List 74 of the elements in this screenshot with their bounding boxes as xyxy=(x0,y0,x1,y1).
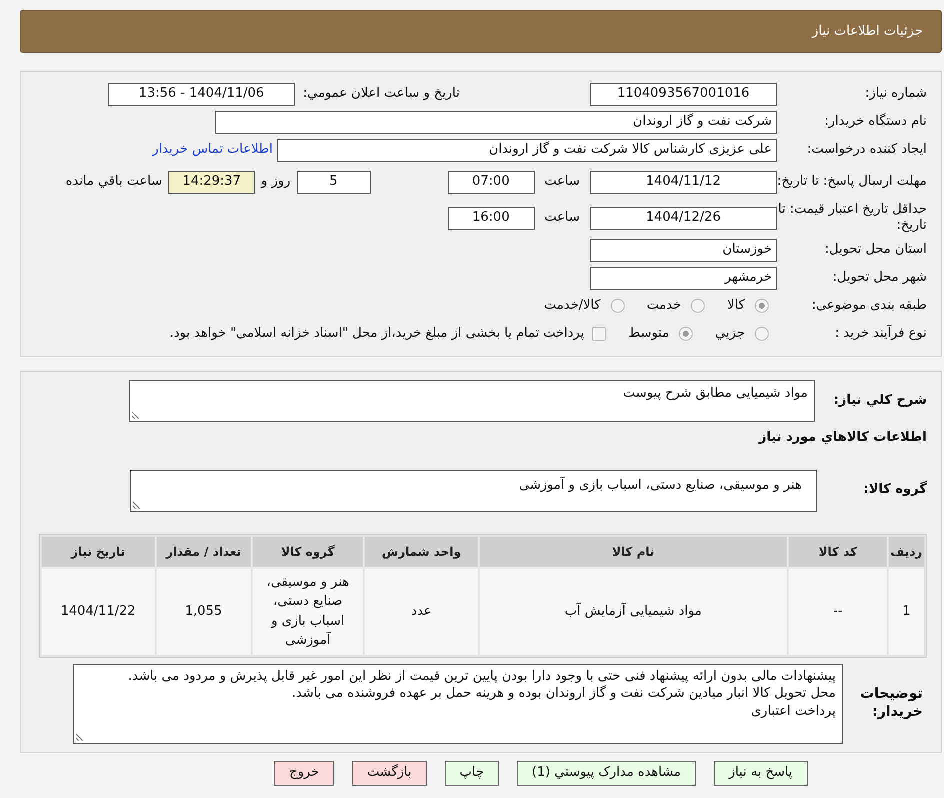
action-button[interactable]: خروج xyxy=(274,760,334,786)
table-cell: 1404/11/22 xyxy=(42,568,155,654)
field-label: حداقل تاریخ اعتبار قیمت: تا تاریخ: xyxy=(777,202,927,234)
radio-label: متوسط xyxy=(628,325,670,344)
column-header: واحد شمارش xyxy=(365,536,478,566)
field-label: مهلت ارسال پاسخ: تا تاریخ: xyxy=(777,174,927,190)
table-cell: -- xyxy=(788,568,888,654)
radio-label: کالا xyxy=(727,297,745,316)
days-field[interactable]: 5 xyxy=(296,170,371,194)
time-label: ساعت xyxy=(544,209,580,228)
deadline-date-field[interactable]: 1404/11/12 xyxy=(590,170,777,194)
field-label: شماره نیاز: xyxy=(864,86,927,102)
action-button[interactable]: پاسخ به نیاز xyxy=(714,760,808,786)
column-header: تعداد / مقدار xyxy=(156,536,251,566)
notes-text: محل تحویل کالا انبار میادین شرکت نفت و گاز اروندان بوده و هرینه حمل بر عهده فروشنده می باشد. xyxy=(291,685,836,703)
goods-group-box[interactable]: هنر و موسیقی، صنایع دستی، اسباب بازی و آموزشی xyxy=(130,470,817,512)
radio-button[interactable] xyxy=(691,299,706,313)
buyer-name-field[interactable]: شرکت نفت و گاز اروندان xyxy=(215,110,777,134)
days-label: روز و xyxy=(261,173,291,192)
page-title: جزئیات اطلاعات نیاز xyxy=(812,22,923,41)
radio-label: کالا/خدمت xyxy=(544,297,601,316)
radio-button[interactable] xyxy=(610,299,625,313)
remaining-time-field[interactable]: 14:29:37 xyxy=(168,170,256,194)
description-text: مواد شیمیایی مطابق شرح پیوست xyxy=(623,386,808,401)
city-field[interactable]: خرمشهر xyxy=(590,266,777,290)
column-header: ردیف xyxy=(889,536,924,566)
buyer-contact-link[interactable]: اطلاعات تماس خریدار xyxy=(152,140,273,160)
column-header: گروه کالا xyxy=(252,536,364,566)
radio-button[interactable] xyxy=(679,327,694,341)
radio-label: جزيي xyxy=(715,325,745,344)
announce-date-field[interactable]: 1404/11/06 - 13:56 xyxy=(108,82,296,106)
resize-grip-icon[interactable] xyxy=(132,411,140,419)
field-label: ایجاد کننده درخواست: xyxy=(806,142,927,158)
validity-date-field[interactable]: 1404/12/26 xyxy=(590,206,777,230)
field-label: استان محل تحویل: xyxy=(824,242,927,258)
section-heading: اطلاعات کالاهاي مورد نیاز xyxy=(758,429,927,447)
field-label: شرح کلي نیاز: xyxy=(832,392,927,410)
requester-field[interactable]: علی عزیزی کارشناس کالا شرکت نفت و گاز اروندان xyxy=(277,138,777,162)
table-cell: مواد شیمیایی آزمایش آب xyxy=(480,568,787,654)
deadline-time-field[interactable]: 07:00 xyxy=(448,170,535,194)
field-label: طبقه بندی موضوعی: xyxy=(810,298,927,314)
table-cell: هنر و موسیقی، صنایع دستی، اسباب بازی و آموزشی xyxy=(252,568,364,654)
checkbox-label: پرداخت تمام یا بخشی از مبلغ خرید،از محل "اسناد خزانه اسلامی" خواهد بود. xyxy=(170,325,584,344)
field-label: شهر محل تحویل: xyxy=(832,270,927,286)
province-field[interactable]: خوزستان xyxy=(590,238,777,262)
buyer-notes-box[interactable] xyxy=(73,664,843,744)
table-cell: عدد xyxy=(365,568,478,654)
radio-button[interactable] xyxy=(755,299,769,313)
radio-label: خدمت xyxy=(646,297,682,316)
description-box[interactable]: مواد شیمیایی مطابق شرح پیوست xyxy=(129,380,815,422)
action-button[interactable]: بازگشت xyxy=(352,760,427,786)
checkbox[interactable] xyxy=(592,327,606,341)
column-header: کد کالا xyxy=(788,536,888,566)
field-label: نوع فرآیند خرید : xyxy=(834,326,927,342)
field-label: گروه کالا: xyxy=(862,482,927,499)
field-label: تاریخ و ساعت اعلان عمومي: xyxy=(303,85,460,104)
time-label: ساعت xyxy=(544,173,580,192)
notes-text: پیشنهادات مالی بدون ارائه پیشنهاد فنی حتی با وجود دارا بودن پایین ترین قیمت از نظر این امور غیر قابل پذیرش و مردود می باشد. xyxy=(127,668,836,686)
field-label: توضیحات خریدار: xyxy=(859,686,923,721)
field-label: نام دستگاه خریدار: xyxy=(824,114,927,130)
resize-grip-icon[interactable] xyxy=(76,732,84,740)
remaining-label: ساعت باقي مانده xyxy=(66,173,162,192)
table-cell: 1 xyxy=(889,568,924,654)
resize-grip-icon[interactable] xyxy=(133,500,141,508)
action-button[interactable]: چاپ xyxy=(444,760,499,786)
column-header: نام کالا xyxy=(480,536,787,566)
validity-time-field[interactable]: 16:00 xyxy=(448,206,535,230)
need-number-field[interactable]: 1104093567001016 xyxy=(590,82,777,106)
column-header: تاریخ نیاز xyxy=(42,536,155,566)
notes-text: پرداخت اعتباری xyxy=(750,702,836,720)
goods-group-text: هنر و موسیقی، صنایع دستی، اسباب بازی و آموزشی xyxy=(519,478,802,492)
radio-button[interactable] xyxy=(755,327,769,341)
table-cell: 1,055 xyxy=(156,568,251,654)
action-button[interactable]: مشاهده مدارک پیوستي (1) xyxy=(517,760,696,786)
